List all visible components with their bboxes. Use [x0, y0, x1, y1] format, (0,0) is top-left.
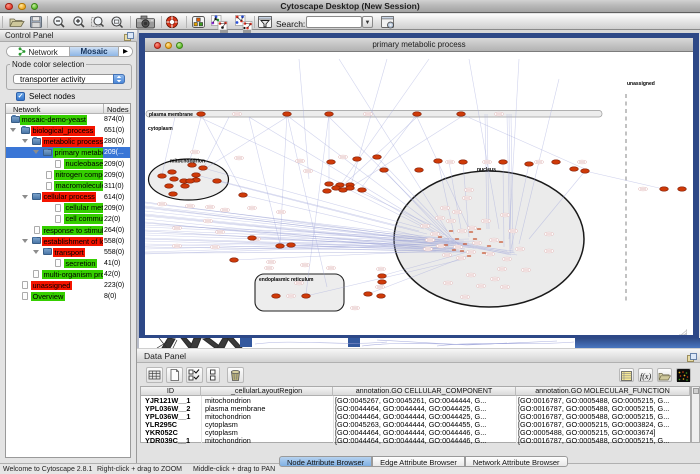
svg-text:plasma membrane: plasma membrane: [149, 112, 193, 118]
svg-text:nucleus: nucleus: [477, 167, 496, 173]
svg-text:mitochondrion: mitochondrion: [170, 159, 205, 165]
svg-text:f(x): f(x): [640, 372, 651, 381]
svg-text:cytoplasm: cytoplasm: [148, 126, 173, 132]
svg-text:endoplasmic reticulum: endoplasmic reticulum: [259, 277, 314, 283]
svg-text:unassigned: unassigned: [627, 81, 655, 87]
